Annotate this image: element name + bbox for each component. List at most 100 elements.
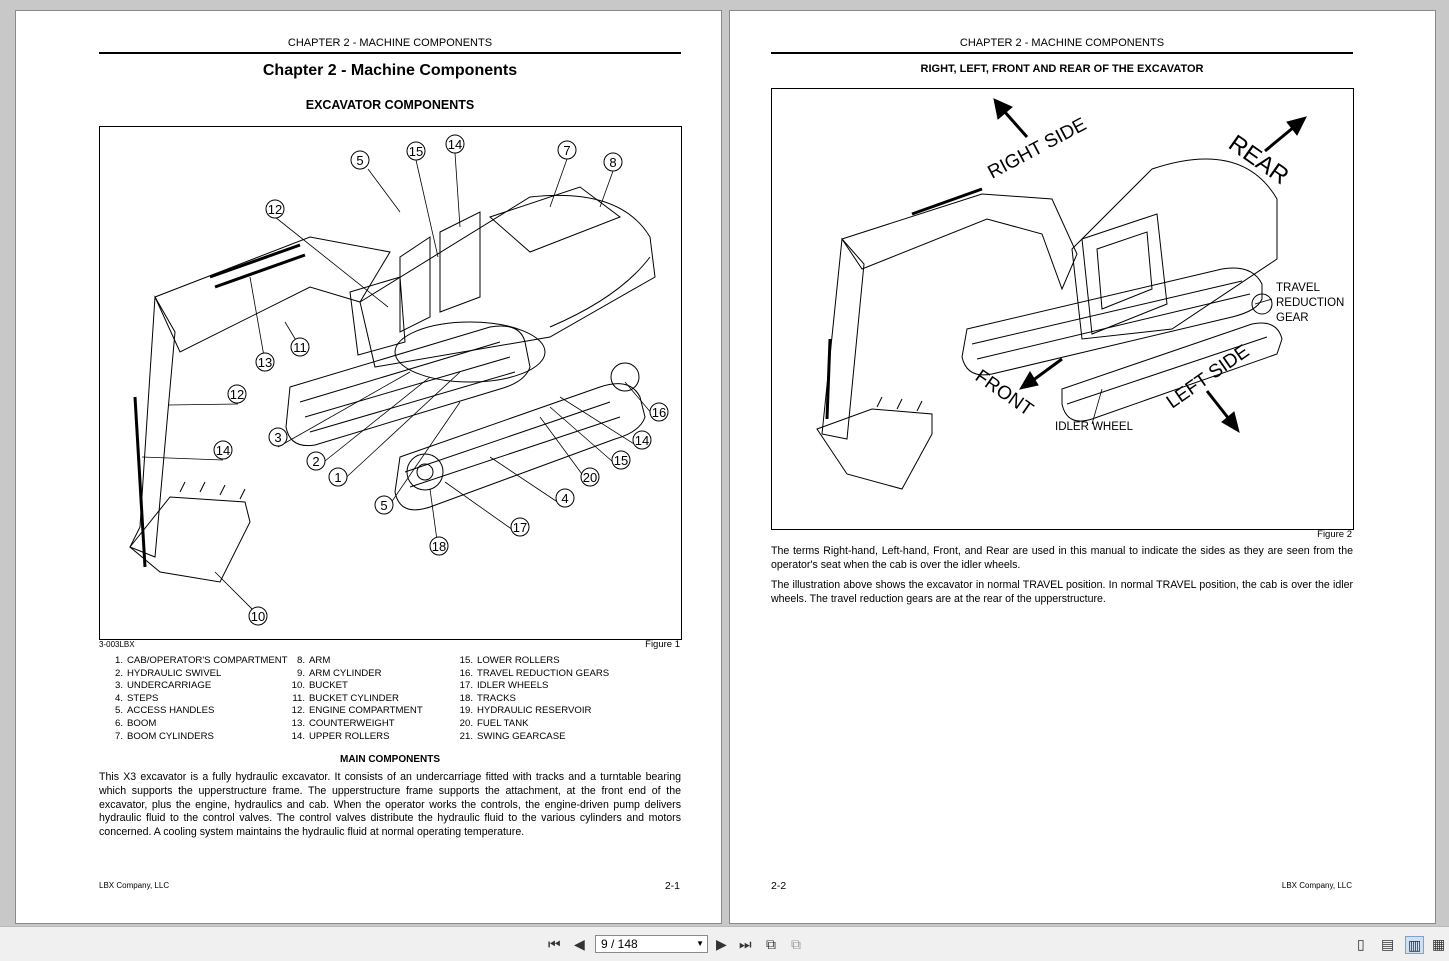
figure-label: Figure 2 [1317,529,1352,540]
callout-18: 18 [429,536,449,556]
svg-text:8: 8 [609,155,616,170]
legend-item: 18. TRACKS [459,692,516,704]
excavator-cutaway-illustration: 5 12 15 14 7 8 11 13 12 14 10 3 2 1 5 4 … [129,134,669,626]
callout-19: 14 [445,134,465,154]
svg-text:5: 5 [380,498,387,513]
main-components-paragraph: This X3 excavator is a fully hydraulic e… [99,771,681,839]
callout-7: 12 [265,199,285,219]
callout-5-top: 5 [350,150,370,170]
svg-text:7: 7 [563,143,570,158]
right-side-label: RIGHT SIDE [984,114,1090,183]
header-rule [771,52,1353,54]
legend-item: 2. HYDRAULIC SWIVEL [114,667,222,679]
rear-label: REAR [1224,130,1294,190]
continuous-view-icon[interactable]: ▤ [1381,936,1394,952]
orientation-paragraph-1: The terms Right-hand, Left-hand, Front, … [771,545,1353,571]
callout-16: 16 [649,402,669,422]
callout-2: 2 [306,451,326,471]
first-page-icon[interactable]: ⏮ [548,936,561,952]
callout-20: 15 [406,141,426,161]
svg-text:14: 14 [216,443,230,458]
orientation-paragraph-2: The illustration above shows the excavat… [771,579,1353,605]
svg-text:4: 4 [561,491,568,506]
legend-item: 1. CAB/OPERATOR'S COMPARTMENT [114,655,288,666]
svg-text:13: 13 [258,355,272,370]
chevron-down-icon[interactable]: ▼ [696,936,704,952]
svg-text:GEAR: GEAR [1276,312,1309,324]
continuous-facing-view-icon[interactable]: ▦ [1432,936,1445,952]
page-number-field[interactable]: 9 / 148 ▼ [595,935,708,953]
excavator-orientation-illustration: RIGHT SIDE REAR FRONT LEFT SIDE TRAVEL R… [816,98,1344,490]
legend-column-3: 15. LOWER ROLLERS 16. TRAVEL REDUCTION GEA… [449,655,610,743]
boom-outline [841,193,1078,291]
callout-3: 3 [268,427,288,447]
facing-pages-view-icon[interactable]: ▥ [1405,936,1425,954]
legend-item: 19. HYDRAULIC RESERVOIR [459,705,592,717]
image-code: 3-003LBX [99,640,135,649]
legend-item: 15. LOWER ROLLERS [459,655,560,666]
svg-text:16: 16 [652,405,666,420]
idler-wheel-label: IDLER WHEEL [1055,421,1134,433]
svg-text:2: 2 [312,454,319,469]
legend-item: 17. IDLER WHEELS [459,680,549,692]
legend-item: 16. TRAVEL REDUCTION GEARS [459,667,610,679]
legend-item: 3. UNDERCARRIAGE [114,680,212,692]
legend-item: 5. ACCESS HANDLES [114,705,215,717]
running-head: CHAPTER 2 - MACHINE COMPONENTS [287,37,493,49]
svg-text:15: 15 [614,453,628,468]
go-back-icon[interactable]: ⧉ [766,936,776,952]
svg-text:REDUCTION: REDUCTION [1276,297,1344,309]
chapter-title: Chapter 2 - Machine Components [262,62,518,79]
legend-item: 21. SWING GEARCASE [459,730,566,742]
svg-text:1: 1 [334,470,341,485]
callout-4: 4 [555,488,575,508]
header-rule [99,52,681,54]
cab [1081,213,1168,335]
left-side-label: LEFT SIDE [1163,341,1253,413]
legend-column-1: 1. CAB/OPERATOR'S COMPARTMENT 2. HYDRAULIC… [99,655,288,743]
cab [349,276,406,356]
front-label: FRONT [971,366,1037,421]
callout-13: 8 [603,152,623,172]
legend-item: 11. BUCKET CYLINDER [292,692,399,704]
legend-column-2: 8. ARM 9. ARM CYLINDER 10. BUCKET 11. BUCKET… [281,655,423,743]
svg-text:12: 12 [230,387,244,402]
document-page-left: CHAPTER 2 - MACHINE COMPONENTS Chapter 2… [15,10,722,924]
callout-10: 10 [248,606,268,626]
figure-label: Figure 1 [645,639,680,650]
bucket-outline [129,496,251,583]
legend-item: 10. BUCKET [291,680,348,692]
viewer-toolbar: ⏮ ◀ 9 / 148 ▼ ▶ ⏭ ⧉ ⧉ ▯ ▤ ▥ ▦ [0,926,1449,961]
svg-text:15: 15 [409,144,423,159]
svg-text:5: 5 [356,153,363,168]
callout-15: 15 [611,450,631,470]
go-forward-icon[interactable]: ⧉ [791,936,801,952]
travel-reduction-gear-label: TRAVEL [1276,282,1320,294]
svg-text:14: 14 [448,137,462,152]
footer-company: LBX Company, LLC [1281,881,1352,890]
legend-item: 12. ENGINE COMPARTMENT [291,705,423,717]
svg-text:12: 12 [268,202,282,217]
svg-text:10: 10 [251,609,265,624]
legend-item: 6. BOOM [114,717,157,729]
next-page-icon[interactable]: ▶ [716,936,727,952]
orientation-figure: RIGHT SIDE REAR FRONT LEFT SIDE TRAVEL R… [771,88,1354,530]
main-components-heading: MAIN COMPONENTS [340,754,440,765]
component-legend: 1. CAB/OPERATOR'S COMPARTMENT 2. HYDRAULIC… [99,655,681,745]
legend-item: 8. ARM [296,655,331,666]
footer-company: LBX Company, LLC [99,881,170,890]
legend-item: 14. UPPER ROLLERS [291,730,390,742]
legend-item: 9. ARM CYLINDER [296,667,382,679]
excavator-components-figure: 5 12 15 14 7 8 11 13 12 14 10 3 2 1 5 4 … [99,126,682,640]
svg-text:11: 11 [293,340,307,355]
legend-item: 7. BOOM CYLINDERS [114,730,214,742]
svg-text:3: 3 [274,430,281,445]
single-page-view-icon[interactable]: ▯ [1357,936,1365,952]
callout-8: 12 [227,384,247,404]
page-number: 2-1 [664,880,680,892]
section-title: RIGHT, LEFT, FRONT AND REAR OF THE EXCAV… [920,63,1204,75]
last-page-icon[interactable]: ⏭ [739,936,752,952]
callout-21: 20 [580,467,600,487]
fuel-tank [399,236,431,333]
previous-page-icon[interactable]: ◀ [574,936,585,952]
